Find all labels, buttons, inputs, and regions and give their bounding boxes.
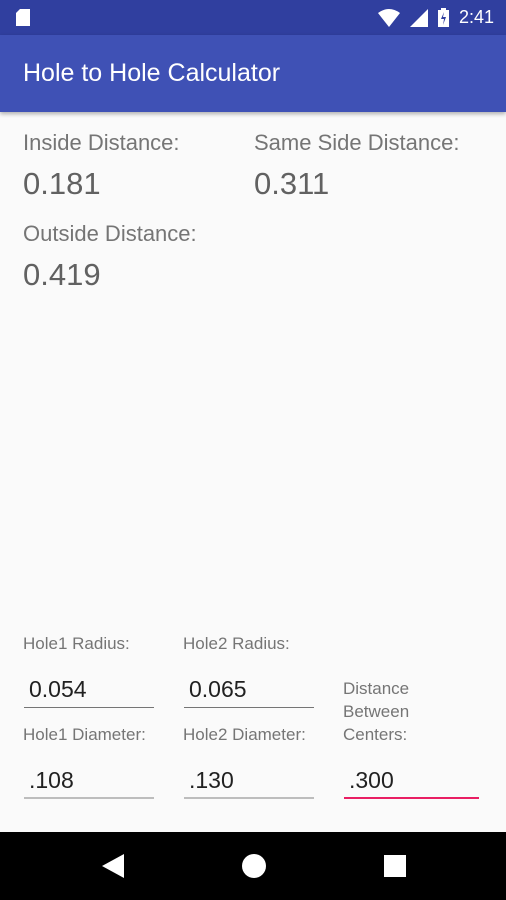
hole1-radius-label: Hole1 Radius: <box>23 634 130 653</box>
same-side-distance-label: Same Side Distance: <box>254 130 460 155</box>
same-side-distance-value: 0.311 <box>254 166 330 201</box>
distance-label-line: Between <box>343 702 410 721</box>
distance-label-line: Distance <box>343 679 410 698</box>
recents-icon[interactable] <box>382 852 408 885</box>
inside-distance-value: 0.181 <box>23 166 101 201</box>
app-title: Hole to Hole Calculator <box>23 59 281 87</box>
app-bar: Hole to Hole Calculator <box>0 35 506 112</box>
hole2-radius-label: Hole2 Radius: <box>183 634 290 653</box>
home-icon[interactable] <box>240 852 268 885</box>
hole1-diameter-label: Hole1 Diameter: <box>23 725 146 744</box>
status-time: 2:41 <box>458 7 494 27</box>
hole1-diameter-field[interactable]: .108 <box>24 767 154 799</box>
distance-between-centers-label: Distance Between Centers: <box>343 677 409 746</box>
sd-card-icon <box>16 9 30 31</box>
hole1-radius-field[interactable]: 0.054 <box>24 676 154 708</box>
signal-icon <box>409 8 428 27</box>
hole2-diameter-label: Hole2 Diameter: <box>183 725 306 744</box>
inside-distance-label: Inside Distance: <box>23 130 180 155</box>
back-icon[interactable] <box>100 852 126 885</box>
hole2-radius-field[interactable]: 0.065 <box>184 676 314 708</box>
distance-between-centers-field[interactable]: .300 <box>344 767 479 799</box>
hole2-diameter-field[interactable]: .130 <box>184 767 314 799</box>
wifi-icon <box>377 8 400 27</box>
status-icons: 2:41 <box>368 0 494 35</box>
battery-charging-icon <box>437 8 449 27</box>
distance-label-line: Centers: <box>343 725 408 744</box>
outside-distance-value: 0.419 <box>23 257 101 292</box>
status-bar: 2:41 <box>0 0 506 35</box>
navigation-bar <box>0 832 506 900</box>
outside-distance-label: Outside Distance: <box>23 221 197 246</box>
